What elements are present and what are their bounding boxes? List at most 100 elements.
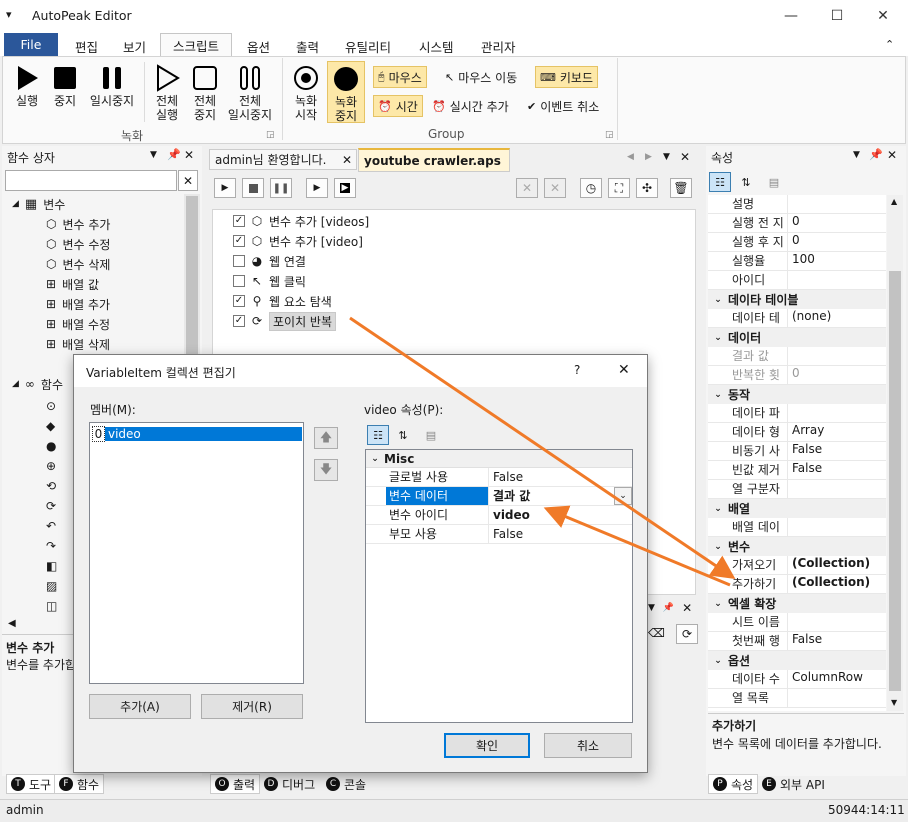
property-row[interactable]: 데이타 형 Array (708, 423, 886, 442)
collapse-icon[interactable]: ⌄ (708, 295, 728, 305)
realtime-add-toggle[interactable]: ⏰ 실시간 추가 (428, 95, 513, 117)
property-row[interactable]: 빈값 제거 False (708, 461, 886, 480)
step-checkbox[interactable]: ✓ (233, 235, 245, 247)
menu-file[interactable]: File (4, 33, 58, 56)
toolbar-collapse-button[interactable]: ✣ (636, 178, 658, 198)
pause-all-button[interactable]: 전체 일시중지 (224, 64, 276, 122)
run-button[interactable]: 실행 (8, 64, 46, 108)
remove-member-button[interactable]: 제거(R) (201, 694, 303, 719)
collapse-icon[interactable]: ⌄ (708, 656, 728, 666)
panel-close-icon[interactable]: ✕ (887, 148, 897, 162)
property-category[interactable]: ⌄ 배열 (708, 499, 886, 518)
menu-system[interactable]: 시스템 (419, 37, 454, 56)
tab-list-icon[interactable]: ▼ (663, 152, 670, 162)
tree-item-var-delete[interactable]: ⬡ 변수 삭제 (46, 254, 110, 274)
bottom-tab-output[interactable]: O 출력 (210, 774, 261, 794)
script-step[interactable]: ✓ ⟳ 포이치 반복 (233, 311, 369, 331)
toolbar-disabled-x2-button[interactable]: ✕ (544, 178, 566, 198)
property-row[interactable]: 실행율 100 (708, 252, 886, 271)
property-row[interactable]: 첫번째 행 False (708, 632, 886, 651)
dialog-launcher-icon[interactable]: ◲ (605, 130, 614, 140)
output-refresh-button[interactable]: ⟳ (676, 624, 698, 644)
property-pages-icon[interactable]: ▤ (763, 172, 785, 192)
pin-icon[interactable]: 📌 (663, 603, 674, 613)
dropdown-icon[interactable]: ▼ (150, 150, 157, 160)
property-row[interactable]: 열 구분자 (708, 480, 886, 499)
property-row[interactable]: 실행 전 지0 (708, 214, 886, 233)
property-category[interactable]: ⌄ 데이터 (708, 328, 886, 347)
property-row[interactable]: 반복한 횟0 (708, 366, 886, 385)
bottom-tab-tools[interactable]: T 도구 (6, 774, 57, 794)
collapse-icon[interactable]: ⌄ (708, 333, 728, 343)
record-stop-button[interactable]: 녹화 중지 (327, 61, 365, 123)
categorized-view-icon[interactable]: ☷ (709, 172, 731, 192)
keyboard-toggle[interactable]: ⌨ 키보드 (535, 66, 599, 88)
menu-view[interactable]: 보기 (123, 37, 146, 56)
dialog-property-row[interactable]: 글로벌 사용 False (366, 468, 632, 487)
collapse-icon[interactable]: ◢ (12, 379, 19, 389)
toolbar-timer-button[interactable]: ◷ (580, 178, 602, 198)
toolbar-pause-button[interactable]: ❚❚ (270, 178, 292, 198)
ok-button[interactable]: 확인 (444, 733, 530, 758)
move-up-button[interactable]: 🡅 (314, 427, 338, 449)
property-row[interactable]: 데이타 수 ColumnRow (708, 670, 886, 689)
search-clear-button[interactable]: ✕ (178, 170, 198, 191)
minimize-button[interactable]: — (768, 0, 814, 32)
dialog-help-button[interactable]: ? (574, 363, 580, 377)
collapse-icon[interactable]: ⌄ (708, 504, 728, 514)
property-category[interactable]: ⌄ 변수 (708, 537, 886, 556)
property-row[interactable]: 실행 후 지0 (708, 233, 886, 252)
close-button[interactable]: ✕ (860, 0, 906, 32)
collapse-icon[interactable]: ⌄ (366, 454, 384, 464)
property-row[interactable]: 아이디 (708, 271, 886, 290)
pin-icon[interactable]: 📌 (167, 148, 181, 161)
property-row[interactable]: 데이타 파 (708, 404, 886, 423)
member-row[interactable]: 0 video (92, 425, 303, 443)
step-checkbox[interactable]: ✓ (233, 295, 245, 307)
collapse-icon[interactable]: ⌄ (708, 542, 728, 552)
tab-close-icon[interactable]: ✕ (342, 153, 352, 167)
tab-welcome[interactable]: admin님 환영합니다. ✕ (209, 149, 357, 170)
dropdown-icon[interactable]: ▼ (853, 150, 860, 160)
toolbar-step-button[interactable]: ▶ (306, 178, 328, 198)
menu-options[interactable]: 옵션 (247, 37, 270, 56)
tree-item-array-edit[interactable]: ⊞ 배열 수정 (46, 314, 110, 334)
toolbar-delete-button[interactable]: 🗑 (670, 178, 692, 198)
menu-admin[interactable]: 관리자 (481, 37, 516, 56)
step-checkbox[interactable]: ✓ (233, 315, 245, 327)
pin-icon[interactable]: 📌 (869, 148, 883, 161)
dialog-launcher-icon[interactable]: ◲ (266, 130, 275, 140)
property-row[interactable]: 열 목록 (708, 689, 886, 708)
function-search-input[interactable] (5, 170, 177, 191)
toolbar-step-into-button[interactable]: ▶ (334, 178, 356, 198)
output-clear-icon[interactable]: ⌫ (648, 626, 665, 640)
toolbar-disabled-x-button[interactable]: ✕ (516, 178, 538, 198)
tree-item-var-add[interactable]: ⬡ 변수 추가 (46, 214, 110, 234)
dialog-property-row[interactable]: 부모 사용 False (366, 525, 632, 544)
script-step[interactable]: ↖ 웹 클릭 (233, 271, 369, 291)
members-list[interactable]: 0 video (89, 422, 304, 684)
misc-category[interactable]: ⌄ Misc (366, 450, 632, 468)
collapse-ribbon-icon[interactable]: ⌃ (885, 38, 894, 51)
move-down-button[interactable]: 🡇 (314, 459, 338, 481)
dialog-property-row[interactable]: 변수 데이터 결과 값 ⌄ (366, 487, 632, 506)
mouse-move-toggle[interactable]: ↖ 마우스 이동 (441, 66, 521, 88)
pause-button[interactable]: 일시중지 (86, 64, 138, 108)
tab-script[interactable]: youtube crawler.aps (358, 148, 510, 172)
tree-group-variable[interactable]: ◢ ▦ 변수 (12, 194, 65, 214)
property-pages-icon[interactable]: ▤ (420, 425, 442, 445)
panel-close-icon[interactable]: ✕ (682, 601, 692, 615)
time-toggle[interactable]: ⏰ 시간 (373, 95, 423, 117)
property-row[interactable]: 추가하기 (Collection) (708, 575, 886, 594)
property-row[interactable]: 시트 이름 (708, 613, 886, 632)
system-menu-icon[interactable]: ▾ (6, 8, 12, 21)
add-member-button[interactable]: 추가(A) (89, 694, 191, 719)
scroll-left-icon[interactable]: ◀ (8, 618, 16, 629)
step-checkbox[interactable]: ✓ (233, 215, 245, 227)
tree-item-var-edit[interactable]: ⬡ 변수 수정 (46, 234, 110, 254)
script-step[interactable]: ✓ ⚲ 웹 요소 탐색 (233, 291, 369, 311)
categorized-view-icon[interactable]: ☷ (367, 425, 389, 445)
step-checkbox[interactable] (233, 255, 245, 267)
menu-utility[interactable]: 유틸리티 (345, 37, 391, 56)
alphabetical-view-icon[interactable]: ⇅ (735, 172, 757, 192)
